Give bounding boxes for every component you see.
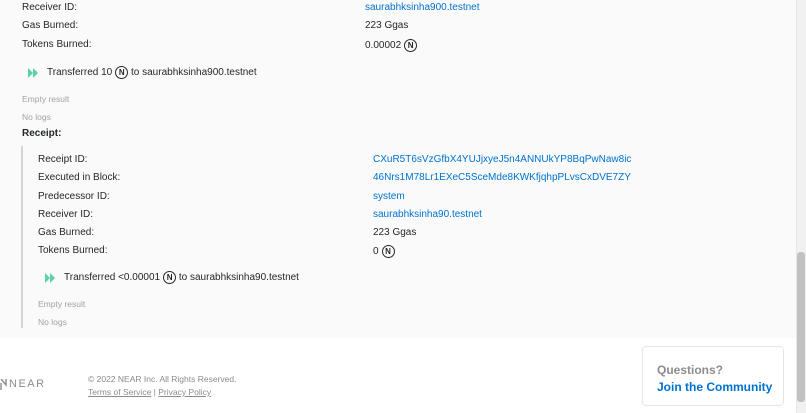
receipt-heading: Receipt:	[22, 128, 62, 139]
transfer-to-text: to	[131, 67, 140, 79]
gas-burned-value: 223 Ggas	[365, 20, 409, 31]
receipt-tokens-burned-label: Tokens Burned:	[38, 245, 108, 256]
transfer-action: Transferred 10 N to saurabhksinha900.test…	[28, 66, 257, 79]
receipt-id-link[interactable]: CXuR5T6sVzGfbX4YUJjxyeJ5n4ANNUkYP8BqPwNa…	[373, 154, 631, 166]
near-coin-icon: N	[404, 39, 418, 52]
receipt-gas-burned-label: Gas Burned:	[38, 227, 95, 238]
logs-text: No logs	[22, 112, 51, 122]
receipt-transfer-amount: Transferred <0.00001	[64, 272, 161, 284]
executed-in-block-label: Executed in Block:	[38, 172, 121, 183]
double-play-icon	[45, 272, 55, 283]
tokens-burned-value: 0.00002	[365, 40, 402, 52]
copyright-text: © 2022 NEAR Inc. All Rights Reserved.	[88, 374, 237, 384]
gas-burned-label: Gas Burned:	[22, 20, 79, 31]
join-community-link[interactable]: Join the Community	[657, 380, 772, 394]
receiver-id-link[interactable]: saurabhksinha900.testnet	[365, 2, 480, 14]
receipt-transfer-target: saurabhksinha90.testnet	[190, 272, 299, 284]
receipt-tokens-burned-value: 0	[373, 246, 379, 258]
predecessor-id-label: Predecessor ID:	[38, 191, 110, 202]
receipt-tokens-burned-field: 0N	[373, 245, 395, 258]
receipt-gas-burned-value: 223 Ggas	[373, 227, 417, 238]
near-logo-icon	[0, 378, 7, 390]
receipt-result-text: Empty result	[38, 299, 86, 309]
receipt-transfer-to-text: to	[178, 272, 188, 284]
footer-links: Terms of Service | Privacy Policy	[88, 387, 211, 397]
near-coin-icon: N	[163, 271, 177, 284]
receipt-transfer-action: Transferred <0.00001 N to saurabhksinha90…	[45, 271, 299, 284]
predecessor-id-link[interactable]: system	[373, 191, 405, 203]
near-logo-text: NEAR	[9, 378, 46, 390]
near-coin-icon: N	[115, 66, 129, 79]
questions-heading: Questions?	[657, 363, 724, 377]
near-coin-icon: N	[381, 245, 395, 258]
near-logo[interactable]: NEAR	[0, 378, 46, 390]
double-play-icon	[28, 67, 38, 78]
receipt-id-label: Receipt ID:	[38, 154, 88, 165]
receipt-indent-border	[21, 146, 23, 328]
receipt-receiver-id-label: Receiver ID:	[38, 209, 94, 220]
receiver-id-label: Receiver ID:	[22, 2, 78, 13]
transfer-amount: Transferred 10	[47, 67, 113, 79]
receipt-logs-text: No logs	[38, 317, 67, 327]
receipt-receiver-id-link[interactable]: saurabhksinha90.testnet	[373, 209, 482, 221]
transfer-target: saurabhksinha900.testnet	[142, 67, 257, 79]
block-hash-link[interactable]: 46Nrs1M78Lr1EXeC5SceMde8KWKfjqhpPLvsCxDV…	[373, 172, 631, 184]
scrollbar-thumb[interactable]	[797, 252, 805, 402]
footer-separator: |	[153, 387, 156, 397]
tokens-burned-label: Tokens Burned:	[22, 39, 92, 50]
tokens-burned-field: 0.00002 N	[365, 39, 418, 52]
community-card: Questions? Join the Community	[642, 346, 784, 406]
result-text: Empty result	[22, 94, 70, 104]
terms-of-service-link[interactable]: Terms of Service	[88, 387, 151, 397]
privacy-policy-link[interactable]: Privacy Policy	[158, 387, 211, 397]
